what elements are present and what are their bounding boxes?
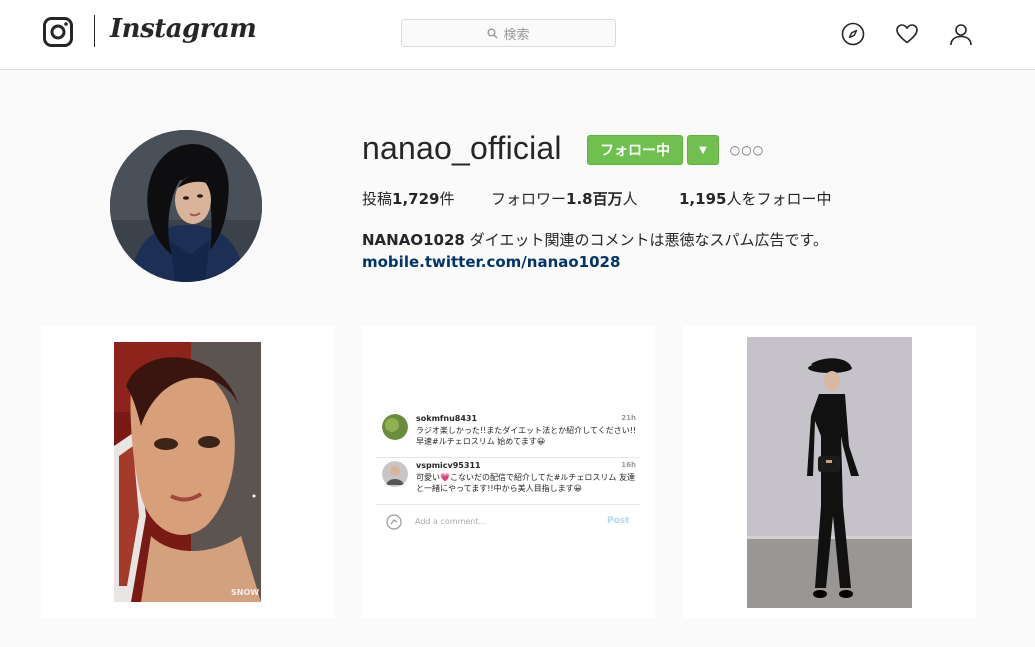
bio-text: ダイエット関連のコメントは悪徳なスパム広告です。 <box>464 231 828 249</box>
more-options-button[interactable]: ○○○ <box>729 140 765 160</box>
compass-icon[interactable] <box>841 22 865 46</box>
comment-time: 16h <box>621 461 636 469</box>
followers-count[interactable]: フォロワー1.8百万人 <box>491 188 638 209</box>
profile-username: nanao_official <box>362 130 562 166</box>
bio-name: NANAO1028 <box>362 231 465 249</box>
comment-item: vspmicv95311 16h 可愛い💗こないだの配信で紹介してた#ルチェロス… <box>382 461 642 501</box>
comment-username: vspmicv95311 <box>416 461 481 470</box>
following-count[interactable]: 1,195人をフォロー中 <box>679 188 831 209</box>
posts-count: 投稿1,729件 <box>362 190 455 208</box>
comment-divider <box>376 457 640 458</box>
commenter-avatar <box>382 461 408 487</box>
commenter-avatar <box>382 414 408 440</box>
snow-watermark: SNOW <box>231 588 259 597</box>
top-navigation-bar: Instagram 検索 <box>0 0 1035 70</box>
post-comment-button[interactable]: Post <box>607 516 629 526</box>
comment-divider <box>376 504 640 505</box>
comment-bubble-icon <box>386 514 402 530</box>
comment-username: sokmfnu8431 <box>416 414 478 423</box>
following-button[interactable]: フォロー中 <box>587 135 683 165</box>
profile-bio: NANAO1028 ダイエット関連のコメントは悪徳なスパム広告です。 <box>362 229 828 250</box>
comment-text: 可愛い💗こないだの配信で紹介してた#ルチェロスリム 友達と一緒にやってます!!中… <box>416 473 635 493</box>
search-placeholder: 検索 <box>503 27 530 43</box>
ellipsis-icon: ○○○ <box>729 143 765 157</box>
post-thumbnail[interactable]: sokmfnu8431 21h ラジオ楽しかった!!またダイエット法とか紹介して… <box>362 326 655 618</box>
video-camera-icon <box>291 340 325 362</box>
logo-divider <box>94 15 95 47</box>
heart-icon[interactable] <box>895 22 919 46</box>
comment-item: sokmfnu8431 21h ラジオ楽しかった!!またダイエット法とか紹介して… <box>382 414 642 454</box>
add-comment-input[interactable]: Add a comment... <box>415 517 486 526</box>
instagram-wordmark[interactable]: Instagram <box>110 14 257 44</box>
post-thumbnail[interactable]: SNOW <box>41 326 334 618</box>
comment-text: ラジオ楽しかった!!またダイエット法とか紹介してください!!早速#ルチェロスリム… <box>416 426 637 446</box>
search-input[interactable]: 検索 <box>401 19 616 47</box>
person-icon[interactable] <box>949 22 973 46</box>
profile-avatar <box>110 130 262 282</box>
profile-link[interactable]: mobile.twitter.com/nanao1028 <box>362 253 620 271</box>
follow-dropdown-button[interactable]: ▼ <box>687 135 719 165</box>
caret-down-icon: ▼ <box>699 144 707 156</box>
post-thumbnail[interactable] <box>683 326 976 618</box>
instagram-logo-icon[interactable] <box>43 17 73 47</box>
search-icon <box>487 28 498 38</box>
comment-time: 21h <box>621 414 636 422</box>
